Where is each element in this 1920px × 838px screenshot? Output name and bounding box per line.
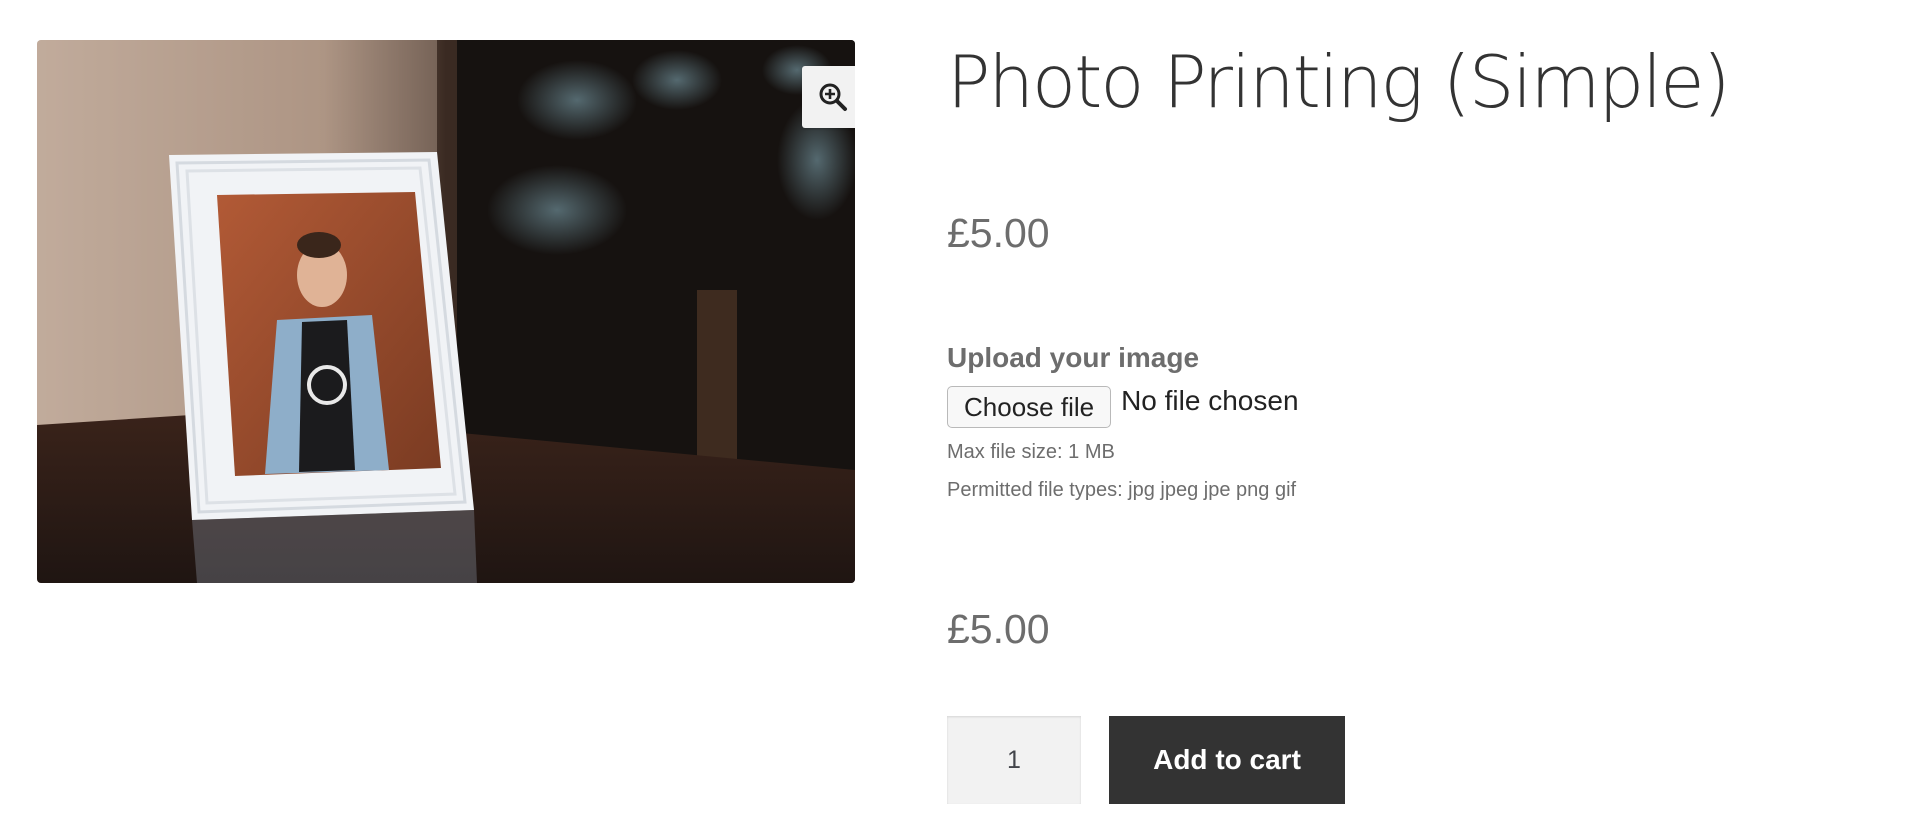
product-title: Photo Printing (Simple) xyxy=(947,40,1731,124)
magnify-plus-icon xyxy=(819,83,847,111)
add-to-cart-button[interactable]: Add to cart xyxy=(1109,716,1345,804)
product-image xyxy=(37,40,855,583)
photo-frame-image xyxy=(37,40,855,583)
zoom-button[interactable] xyxy=(802,66,855,128)
quantity-input[interactable]: 1 xyxy=(947,716,1081,804)
choose-file-button[interactable]: Choose file xyxy=(947,386,1112,428)
file-upload-field: Choose file No file chosen xyxy=(947,385,1299,428)
file-status: No file chosen xyxy=(1121,385,1299,416)
max-file-size-note: Max file size: 1 MB xyxy=(947,441,1115,463)
upload-label: Upload your image xyxy=(947,342,1200,373)
file-types-note: Permitted file types: jpg jpeg jpe png g… xyxy=(947,479,1297,501)
product-price: £5.00 xyxy=(947,210,1050,256)
total-price: £5.00 xyxy=(947,606,1050,652)
product-page: Photo Printing (Simple) £5.00 Upload you… xyxy=(0,0,1920,838)
